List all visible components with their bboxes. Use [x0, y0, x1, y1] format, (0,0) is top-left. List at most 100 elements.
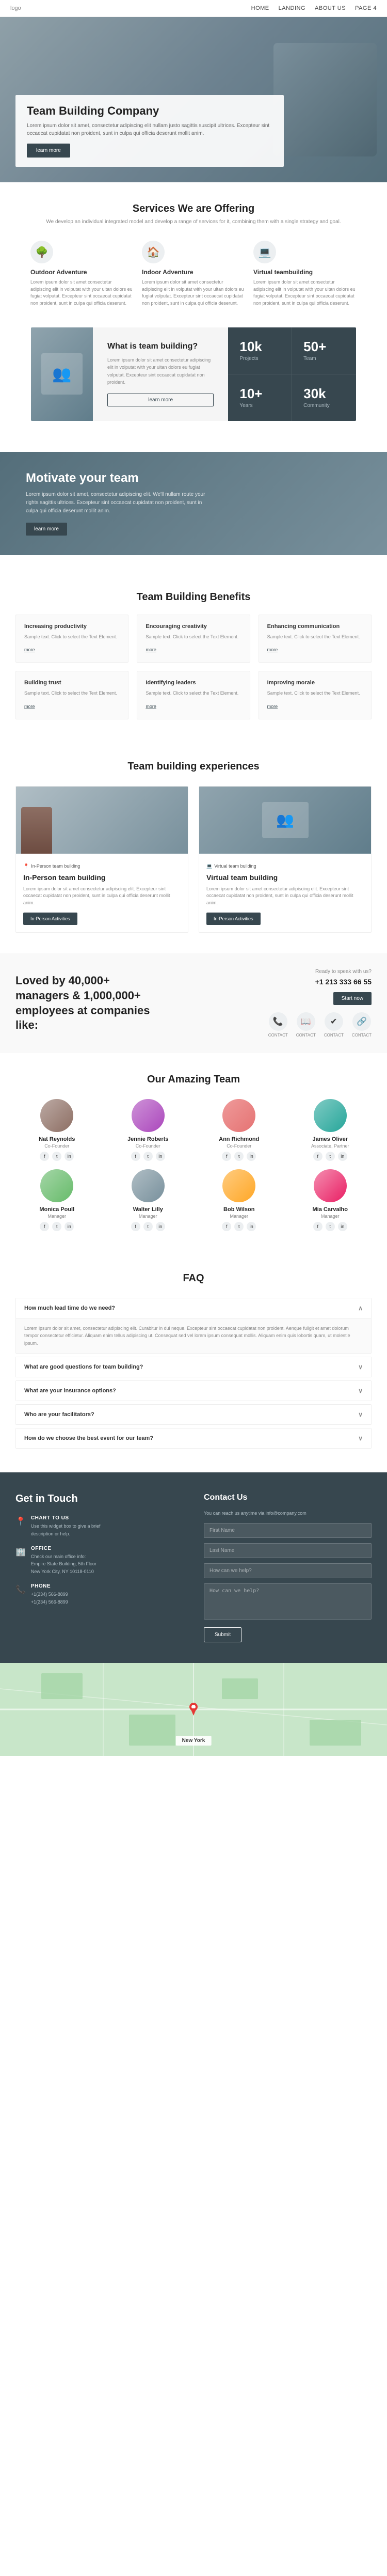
social-tw-4[interactable]: t: [52, 1222, 61, 1231]
social-tw-2[interactable]: t: [234, 1152, 244, 1161]
hero-cta-button[interactable]: learn more: [27, 144, 70, 158]
social-in-6[interactable]: in: [247, 1222, 256, 1231]
benefit-communication-more[interactable]: more: [267, 647, 278, 652]
loved-right: Ready to speak with us? +1 213 333 66 55…: [268, 969, 372, 1038]
team-avatar-3: [314, 1099, 347, 1132]
social-fb-1[interactable]: f: [131, 1152, 140, 1161]
social-fb-0[interactable]: f: [40, 1152, 49, 1161]
social-tw-0[interactable]: t: [52, 1152, 61, 1161]
benefit-creativity-more[interactable]: more: [146, 647, 156, 652]
contact-icon-2: 📖 CONTACT: [296, 1012, 316, 1038]
nav-page4[interactable]: PAGE 4: [355, 5, 377, 11]
hero-content: Team Building Company Lorem ipsum dolor …: [15, 95, 284, 167]
exp-inperson-body: 📍 In-Person team building In-Person team…: [16, 854, 188, 933]
social-fb-4[interactable]: f: [40, 1222, 49, 1231]
exp-virtual-cta[interactable]: In-Person Activities: [206, 913, 261, 925]
faq-question-4[interactable]: How do we choose the best event for our …: [16, 1428, 371, 1448]
social-tw-7[interactable]: t: [326, 1222, 335, 1231]
social-in-1[interactable]: in: [156, 1152, 165, 1161]
social-fb-2[interactable]: f: [222, 1152, 231, 1161]
nav-landing[interactable]: LANDING: [279, 5, 305, 11]
team-member-1: Jennie Roberts Co-Founder f t in: [107, 1099, 190, 1161]
team-role-2: Co-Founder: [198, 1143, 281, 1149]
social-tw-6[interactable]: t: [234, 1222, 244, 1231]
social-fb-6[interactable]: f: [222, 1222, 231, 1231]
benefit-leaders-more[interactable]: more: [146, 704, 156, 709]
team-grid: Nat Reynolds Co-Founder f t in Jennie Ro…: [15, 1099, 372, 1231]
team-avatar-0: [40, 1099, 73, 1132]
benefit-communication-desc: Sample text. Click to select the Text El…: [267, 634, 363, 641]
social-in-5[interactable]: in: [156, 1222, 165, 1231]
contact-right: Contact Us You can reach us anytime via …: [204, 1493, 372, 1642]
social-in-7[interactable]: in: [338, 1222, 347, 1231]
stat-years-label: Years: [239, 403, 280, 409]
team-section: Our Amazing Team Nat Reynolds Co-Founder…: [0, 1053, 387, 1252]
faq-question-3[interactable]: Who are your facilitators? ∨: [16, 1405, 371, 1424]
motivate-cta-button[interactable]: learn more: [26, 523, 67, 536]
social-fb-7[interactable]: f: [313, 1222, 322, 1231]
social-in-4[interactable]: in: [64, 1222, 74, 1231]
services-title: Services We are Offering: [15, 203, 372, 215]
team-avatar-5: [132, 1169, 165, 1202]
faq-question-2[interactable]: What are your insurance options? ∨: [16, 1381, 371, 1401]
social-in-3[interactable]: in: [338, 1152, 347, 1161]
contact-last-name[interactable]: [204, 1543, 372, 1558]
benefit-communication-title: Enhancing communication: [267, 623, 363, 630]
social-tw-1[interactable]: t: [143, 1152, 153, 1161]
service-virtual: 💻 Virtual teambuilding Lorem ipsum dolor…: [253, 241, 357, 307]
social-in-0[interactable]: in: [64, 1152, 74, 1161]
contact-email[interactable]: [204, 1563, 372, 1578]
what-cta-button[interactable]: learn more: [107, 394, 214, 406]
nav-home[interactable]: HOME: [251, 5, 269, 11]
nav-about[interactable]: ABOUT US: [315, 5, 346, 11]
team-avatar-6: [222, 1169, 255, 1202]
exp-virtual-image: 👥: [199, 787, 371, 854]
contact-first-name[interactable]: [204, 1523, 372, 1538]
faq-item-4: How do we choose the best event for our …: [15, 1428, 372, 1449]
team-name-3: James Oliver: [289, 1136, 372, 1142]
contact-message[interactable]: [204, 1583, 372, 1620]
benefit-productivity-desc: Sample text. Click to select the Text El…: [24, 634, 120, 641]
benefit-productivity-more[interactable]: more: [24, 647, 35, 652]
team-socials-7: f t in: [289, 1222, 372, 1231]
map-label: New York: [176, 1736, 212, 1746]
contact-icon-3: ✔ CONTACT: [324, 1012, 344, 1038]
benefit-trust-more[interactable]: more: [24, 704, 35, 709]
team-name-5: Walter Lilly: [107, 1206, 190, 1213]
contact-submit-button[interactable]: Submit: [204, 1627, 241, 1642]
faq-a0-text: Lorem ipsum dolor sit amet, consectetur …: [24, 1326, 350, 1346]
faq-question-0[interactable]: How much lead time do we need? ∧: [16, 1298, 371, 1318]
benefit-trust-desc: Sample text. Click to select the Text El…: [24, 690, 120, 697]
team-name-7: Mia Carvalho: [289, 1206, 372, 1213]
faq-q3-text: Who are your facilitators?: [24, 1411, 94, 1418]
exp-inperson-cta[interactable]: In-Person Activities: [23, 913, 77, 925]
team-role-7: Manager: [289, 1214, 372, 1219]
virtual-icon: 💻: [253, 241, 276, 263]
social-fb-3[interactable]: f: [313, 1152, 322, 1161]
contact-icon-2-label: CONTACT: [296, 1033, 316, 1038]
faq-question-1[interactable]: What are good questions for team buildin…: [16, 1357, 371, 1377]
loved-cta-button[interactable]: Start now: [333, 992, 372, 1005]
benefit-morale-more[interactable]: more: [267, 704, 278, 709]
contact-chart-text: CHART TO US Use this widget box to give …: [31, 1515, 101, 1537]
contact-us-title: Contact Us: [204, 1493, 372, 1502]
experiences-title: Team building experiences: [15, 761, 372, 773]
team-socials-0: f t in: [15, 1152, 99, 1161]
indoor-icon: 🏠: [142, 241, 165, 263]
what-content: What is team building? Lorem ipsum dolor…: [93, 327, 228, 421]
experiences-section: Team building experiences 📍 In-Person te…: [0, 740, 387, 954]
social-tw-5[interactable]: t: [143, 1222, 153, 1231]
navbar: logo HOME LANDING ABOUT US PAGE 4: [0, 0, 387, 17]
contact-phone-text: PHONE +1(234) 566-8899+1(234) 566-8899: [31, 1583, 68, 1606]
benefit-creativity-desc: Sample text. Click to select the Text El…: [146, 634, 241, 641]
social-tw-3[interactable]: t: [326, 1152, 335, 1161]
team-socials-5: f t in: [107, 1222, 190, 1231]
team-role-5: Manager: [107, 1214, 190, 1219]
contact-phone-label: PHONE: [31, 1583, 68, 1589]
social-fb-5[interactable]: f: [131, 1222, 140, 1231]
stat-team-num: 50+: [303, 339, 345, 355]
team-socials-2: f t in: [198, 1152, 281, 1161]
contact-icon-4: 🔗 CONTACT: [352, 1012, 372, 1038]
outdoor-icon: 🌳: [30, 241, 53, 263]
social-in-2[interactable]: in: [247, 1152, 256, 1161]
